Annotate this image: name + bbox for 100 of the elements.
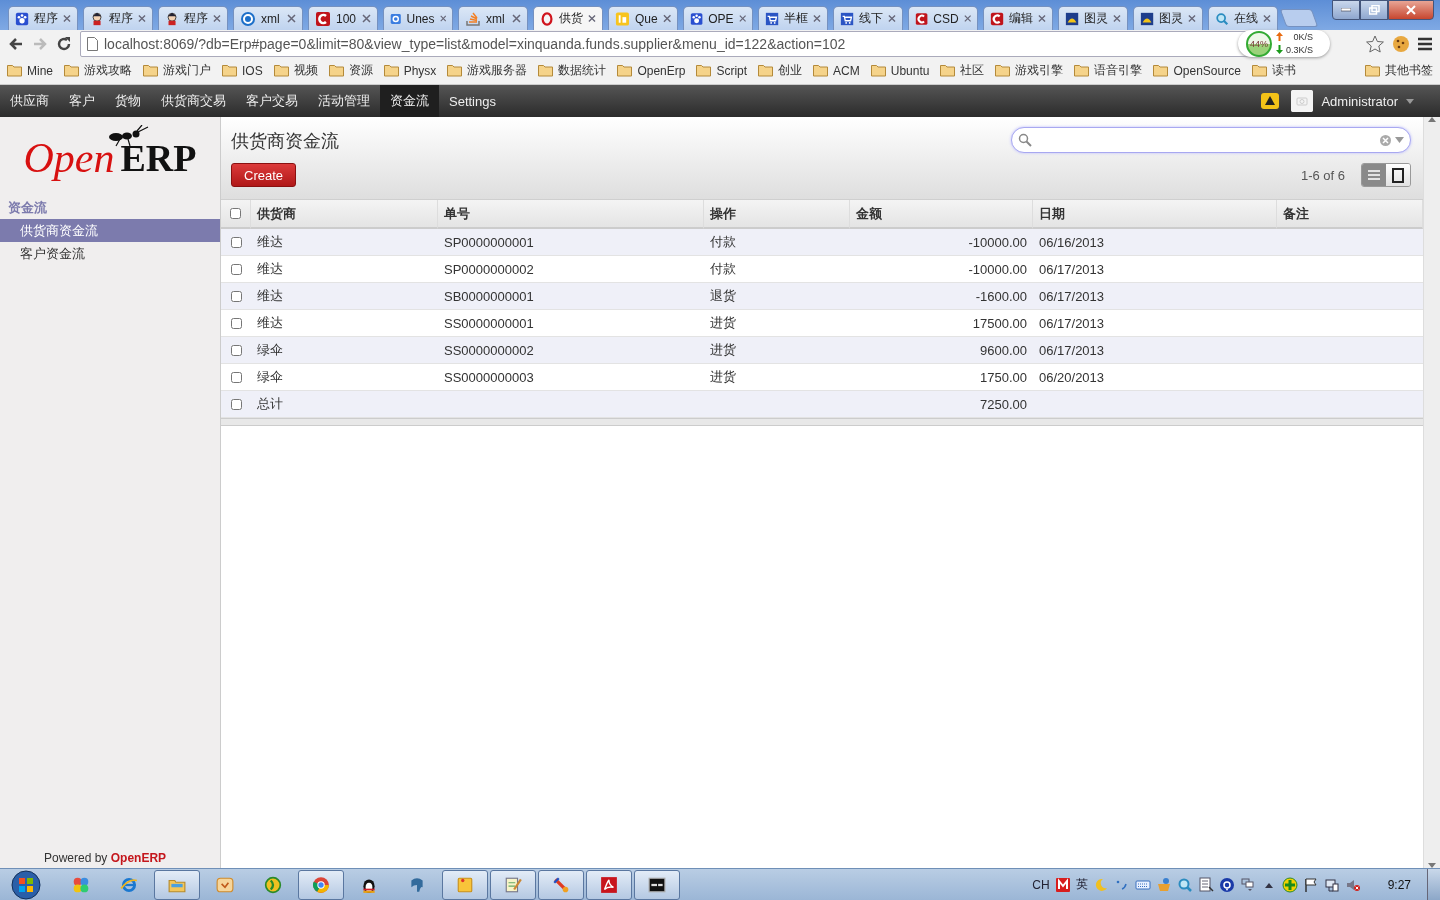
close-icon[interactable] [738, 14, 746, 23]
close-icon[interactable] [512, 14, 521, 23]
bookmark-link[interactable]: Script [716, 63, 748, 78]
bookmark-link[interactable]: Ubuntu [890, 63, 930, 78]
document-icon[interactable] [1197, 876, 1214, 893]
basket-icon[interactable] [1155, 876, 1172, 893]
windows-icon[interactable] [1239, 876, 1256, 893]
column-header[interactable]: 备注 [1277, 200, 1423, 229]
bookmark-link[interactable]: OpenErp [637, 63, 686, 78]
bookmark-star-icon[interactable] [1366, 34, 1384, 53]
menu-item[interactable]: 供货商交易 [151, 85, 236, 117]
menu-item[interactable]: 供应商 [0, 85, 59, 117]
bookmark-link[interactable]: OpenSource [1173, 63, 1241, 78]
close-button[interactable] [1388, 0, 1434, 20]
browser-tab[interactable]: Que [608, 6, 678, 30]
flag-icon[interactable] [1302, 876, 1319, 893]
browser-tab[interactable]: CSD [908, 6, 978, 30]
close-icon[interactable] [1263, 14, 1271, 23]
menu-item[interactable]: Settings [439, 85, 506, 117]
bookmark-link[interactable]: IOS [242, 63, 263, 78]
reload-button[interactable] [56, 35, 72, 52]
close-icon[interactable] [1038, 14, 1046, 23]
browser-tab[interactable]: 程序 [158, 6, 228, 30]
bookmark-link[interactable]: 游戏服务器 [467, 62, 528, 79]
browser-tab[interactable]: xml [458, 6, 528, 30]
start-button[interactable] [8, 869, 44, 900]
close-icon[interactable] [1188, 14, 1196, 23]
row-checkbox[interactable] [230, 317, 242, 329]
browser-tab[interactable]: 图灵 [1058, 6, 1128, 30]
column-header[interactable]: 供货商 [251, 200, 438, 229]
row-checkbox[interactable] [230, 236, 242, 248]
magnifier-icon[interactable] [1176, 876, 1193, 893]
bookmark-link[interactable]: 游戏引擎 [1015, 62, 1064, 79]
menu-item[interactable]: 客户交易 [236, 85, 308, 117]
browser-tab[interactable]: 图灵 [1133, 6, 1203, 30]
menu-item[interactable]: 资金流 [380, 85, 439, 117]
menu-item[interactable]: 客户 [59, 85, 105, 117]
menu-item[interactable]: 活动管理 [308, 85, 380, 117]
browser-tab[interactable]: 在线 [1208, 6, 1278, 30]
form-view-button[interactable] [1386, 164, 1410, 186]
help-icon[interactable] [1218, 876, 1235, 893]
close-icon[interactable] [362, 14, 371, 23]
close-icon[interactable] [662, 14, 671, 23]
sidebar-item[interactable]: 供货商资金流 [0, 219, 220, 242]
network-icon[interactable] [1323, 876, 1340, 893]
bookmark-link[interactable]: 读书 [1271, 62, 1296, 79]
close-icon[interactable] [888, 14, 896, 23]
restore-button[interactable] [1360, 0, 1388, 20]
close-icon[interactable] [1113, 14, 1121, 23]
select-all-checkbox[interactable] [230, 208, 241, 219]
bookmark-link[interactable]: 语音引擎 [1094, 62, 1143, 79]
bookmark-link[interactable]: 社区 [960, 62, 985, 79]
menu-item[interactable]: 货物 [105, 85, 151, 117]
browser-tab[interactable]: OPE [683, 6, 753, 30]
close-icon[interactable] [138, 14, 146, 23]
clear-icon[interactable] [1380, 134, 1391, 146]
row-checkbox[interactable] [230, 290, 242, 302]
openerp-logo[interactable]: Open ERP [0, 125, 220, 191]
cookie-icon[interactable] [1392, 34, 1410, 53]
bookmark-link[interactable]: Mine [27, 63, 53, 78]
back-button[interactable] [8, 35, 24, 52]
warning-icon[interactable] [1261, 93, 1280, 109]
close-icon[interactable] [287, 14, 296, 23]
browser-tab[interactable]: 程序 [83, 6, 153, 30]
bookmark-link[interactable]: 数据统计 [558, 62, 607, 79]
close-icon[interactable] [588, 14, 596, 23]
close-icon[interactable] [963, 14, 971, 23]
taskbar-button[interactable] [634, 869, 680, 900]
row-checkbox[interactable] [230, 263, 242, 275]
bookmark-link[interactable]: ACM [833, 63, 860, 78]
bookmark-link[interactable]: 视频 [293, 62, 318, 79]
m-square-icon[interactable] [1054, 876, 1071, 893]
bookmark-link[interactable]: 游戏门户 [163, 62, 211, 79]
browser-tab[interactable]: xml [233, 6, 303, 30]
browser-tab[interactable]: 编辑 [983, 6, 1053, 30]
close-icon[interactable] [213, 14, 221, 23]
row-checkbox[interactable] [230, 344, 242, 356]
close-icon[interactable] [813, 14, 821, 23]
column-header[interactable]: 金额 [850, 200, 1033, 229]
sidebar-item[interactable]: 客户资金流 [0, 242, 220, 265]
bookmark-link[interactable]: 资源 [348, 62, 373, 79]
scrollbar[interactable] [1423, 117, 1440, 868]
dropdown-caret-icon[interactable] [1395, 137, 1404, 143]
close-icon[interactable] [439, 14, 446, 23]
search-field[interactable] [1011, 127, 1411, 153]
browser-tab[interactable]: 半框 [758, 6, 828, 30]
browser-tab[interactable]: 供货 [533, 6, 603, 30]
create-button[interactable]: Create [231, 163, 297, 187]
close-icon[interactable] [63, 14, 71, 23]
browser-tab[interactable]: 程序 [8, 6, 78, 30]
input-language-indicator[interactable]: 英 [1075, 876, 1088, 893]
show-desktop-button[interactable] [1427, 869, 1440, 900]
bookmark-link[interactable]: 创业 [778, 62, 803, 79]
column-header[interactable]: 单号 [438, 200, 704, 229]
new-tab-button[interactable] [1279, 9, 1319, 27]
user-menu[interactable]: Administrator [1291, 90, 1414, 112]
bookmark-link[interactable]: 其他书签 [1385, 62, 1433, 79]
browser-tab[interactable]: 100 [308, 6, 378, 30]
column-header[interactable]: 操作 [704, 200, 850, 229]
bookmark-link[interactable]: 游戏攻略 [84, 62, 132, 79]
